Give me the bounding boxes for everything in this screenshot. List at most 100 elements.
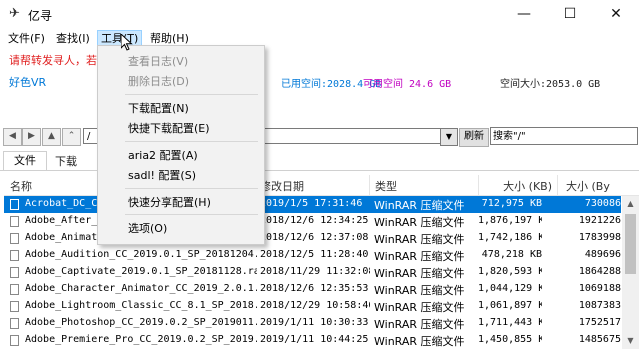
file-date: 2018/11/29 11:32:08 <box>260 266 370 277</box>
file-type: WinRAR 压缩文件 <box>374 335 465 348</box>
title-bar: ✈ 亿寻 — ☐ ✕ <box>0 0 639 29</box>
chevron-up-icon: ▲ <box>627 199 634 208</box>
minimize-button[interactable]: — <box>501 0 547 29</box>
menu-item-view-log[interactable]: 查看日志(V) <box>128 53 188 69</box>
mouse-cursor-icon <box>121 34 133 51</box>
file-size-bytes: 730086 <box>584 198 621 209</box>
file-date: 2018/12/5 11:28:40 <box>260 249 369 260</box>
table-row[interactable]: Adobe_Premiere_Pro_CC_2019.0.2_SP_2019..… <box>4 332 621 349</box>
path-dropdown-button[interactable]: ▼ <box>440 128 458 146</box>
file-name: Adobe_Captivate_2019.0.1_SP_20181128.rar <box>25 266 257 277</box>
column-divider[interactable] <box>369 175 370 195</box>
file-name: Adobe_Character_Animator_CC_2019_2.0.1..… <box>25 283 257 294</box>
file-type: WinRAR 压缩文件 <box>374 250 465 263</box>
table-row[interactable]: Adobe_Captivate_2019.0.1_SP_20181128.rar… <box>4 264 621 281</box>
file-type: WinRAR 压缩文件 <box>374 284 465 297</box>
file-icon <box>10 250 19 261</box>
maximize-button[interactable]: ☐ <box>547 0 593 29</box>
column-divider[interactable] <box>478 175 479 195</box>
refresh-button[interactable]: 刷新 <box>459 128 489 147</box>
menu-separator <box>125 141 258 142</box>
up-button[interactable]: ▲ <box>42 128 61 146</box>
file-size-kb: 1,742,186 KB <box>478 232 542 243</box>
file-icon <box>10 284 19 295</box>
file-date: 2018/12/6 12:37:08 <box>260 232 369 243</box>
menu-item-aria2-config[interactable]: aria2 配置(A) <box>128 147 198 163</box>
tab-download[interactable]: 下载 <box>48 153 84 170</box>
file-size-kb: 1,061,897 KB <box>478 300 542 311</box>
file-type: WinRAR 压缩文件 <box>374 267 465 280</box>
file-size-kb: 1,820,593 KB <box>478 266 542 277</box>
file-size-bytes: 1864288 <box>578 266 621 277</box>
menu-find[interactable]: 查找(I) <box>53 31 93 47</box>
file-size-bytes: 1087383 <box>578 300 621 311</box>
warning-text[interactable]: 请帮转发寻人，若 <box>9 52 97 68</box>
file-size-bytes: 1485675 <box>578 334 621 345</box>
menu-item-quick-download-config[interactable]: 快捷下载配置(E) <box>128 120 210 136</box>
tools-dropdown-menu: 查看日志(V) 删除日志(D) 下载配置(N) 快捷下载配置(E) aria2 … <box>97 45 265 245</box>
back-arrow-icon: ◀ <box>9 131 16 141</box>
scroll-down-button[interactable]: ▼ <box>622 333 639 349</box>
table-row[interactable]: Adobe_Character_Animator_CC_2019_2.0.1..… <box>4 281 621 298</box>
available-space-text: 可用空间 24.6 GB <box>363 79 452 90</box>
chevron-down-icon: ▼ <box>627 336 634 345</box>
menu-item-sadl-config[interactable]: sadl! 配置(S) <box>128 167 196 183</box>
menu-separator <box>125 214 258 215</box>
file-size-bytes: 489696 <box>584 249 621 260</box>
table-row[interactable]: Adobe_Lightroom_Classic_CC_8.1_SP_2018..… <box>4 298 621 315</box>
file-icon <box>10 335 19 346</box>
file-size-kb: 1,711,443 KB <box>478 317 542 328</box>
window-title: 亿寻 <box>28 9 53 23</box>
up-arrow-icon: ▲ <box>48 131 55 141</box>
app-logo-icon: ✈ <box>9 6 20 21</box>
menu-file[interactable]: 文件(F) <box>5 31 48 47</box>
file-type: WinRAR 压缩文件 <box>374 199 465 212</box>
column-size-kb[interactable]: 大小 (KB) <box>482 178 552 194</box>
tab-files[interactable]: 文件 <box>3 151 47 171</box>
column-divider[interactable] <box>557 175 558 195</box>
menu-item-quick-share-config[interactable]: 快速分享配置(H) <box>128 194 211 210</box>
menu-bar: 文件(F) 查找(I) 工具(T) 帮助(H) <box>0 29 639 48</box>
column-name[interactable]: 名称 <box>10 178 32 194</box>
file-date: 2019/1/11 10:44:25 <box>260 334 369 345</box>
file-size-bytes: 1069188 <box>578 283 621 294</box>
scroll-up-button[interactable]: ▲ <box>622 196 639 212</box>
total-space-text: 空间大小:2053.0 GB <box>500 79 601 90</box>
file-size-bytes: 1921226 <box>578 215 621 226</box>
file-date: 2018/12/29 10:58:46 <box>260 300 370 311</box>
column-type[interactable]: 类型 <box>375 178 397 194</box>
close-button[interactable]: ✕ <box>593 0 639 29</box>
file-name: Adobe_Lightroom_Classic_CC_8.1_SP_2018..… <box>25 300 257 311</box>
back-button[interactable]: ◀ <box>3 128 22 146</box>
file-icon <box>10 233 19 244</box>
file-name: Adobe_Photoshop_CC_2019.0.2_SP_2019011..… <box>25 317 257 328</box>
column-date[interactable]: 修改日期 <box>260 178 304 194</box>
table-row[interactable]: Adobe_Photoshop_CC_2019.0.2_SP_2019011..… <box>4 315 621 332</box>
file-name: Adobe_Premiere_Pro_CC_2019.0.2_SP_2019..… <box>25 334 257 345</box>
nickname-link[interactable]: 好色VR <box>9 74 46 90</box>
chevron-down-icon: ▼ <box>445 132 453 141</box>
file-type: WinRAR 压缩文件 <box>374 301 465 314</box>
file-size-kb: 712,975 KB <box>481 198 542 209</box>
file-icon <box>10 318 19 329</box>
file-size-kb: 478,218 KB <box>481 249 542 260</box>
file-icon <box>10 216 19 227</box>
file-size-kb: 1,876,197 KB <box>478 215 542 226</box>
search-input[interactable]: 搜索"/" <box>490 127 638 145</box>
menu-separator <box>125 94 258 95</box>
table-row[interactable]: Adobe_Audition_CC_2019.0.1_SP_20181204..… <box>4 247 621 264</box>
chevron-up-icon: ⌃ <box>67 131 76 141</box>
file-size-kb: 1,450,855 KB <box>478 334 542 345</box>
forward-button[interactable]: ▶ <box>22 128 41 146</box>
menu-item-download-config[interactable]: 下载配置(N) <box>128 100 189 116</box>
column-size-bytes[interactable]: 大小 (By <box>566 178 610 194</box>
menu-item-options[interactable]: 选项(O) <box>128 220 167 236</box>
menu-separator <box>125 188 258 189</box>
file-type: WinRAR 压缩文件 <box>374 216 465 229</box>
file-date: 2019/1/11 10:30:33 <box>260 317 369 328</box>
file-size-bytes: 1752517 <box>578 317 621 328</box>
home-button[interactable]: ⌃ <box>62 128 81 146</box>
menu-item-delete-log[interactable]: 删除日志(D) <box>128 73 189 89</box>
tab-divider <box>0 170 639 171</box>
scrollbar-thumb[interactable] <box>625 214 636 274</box>
